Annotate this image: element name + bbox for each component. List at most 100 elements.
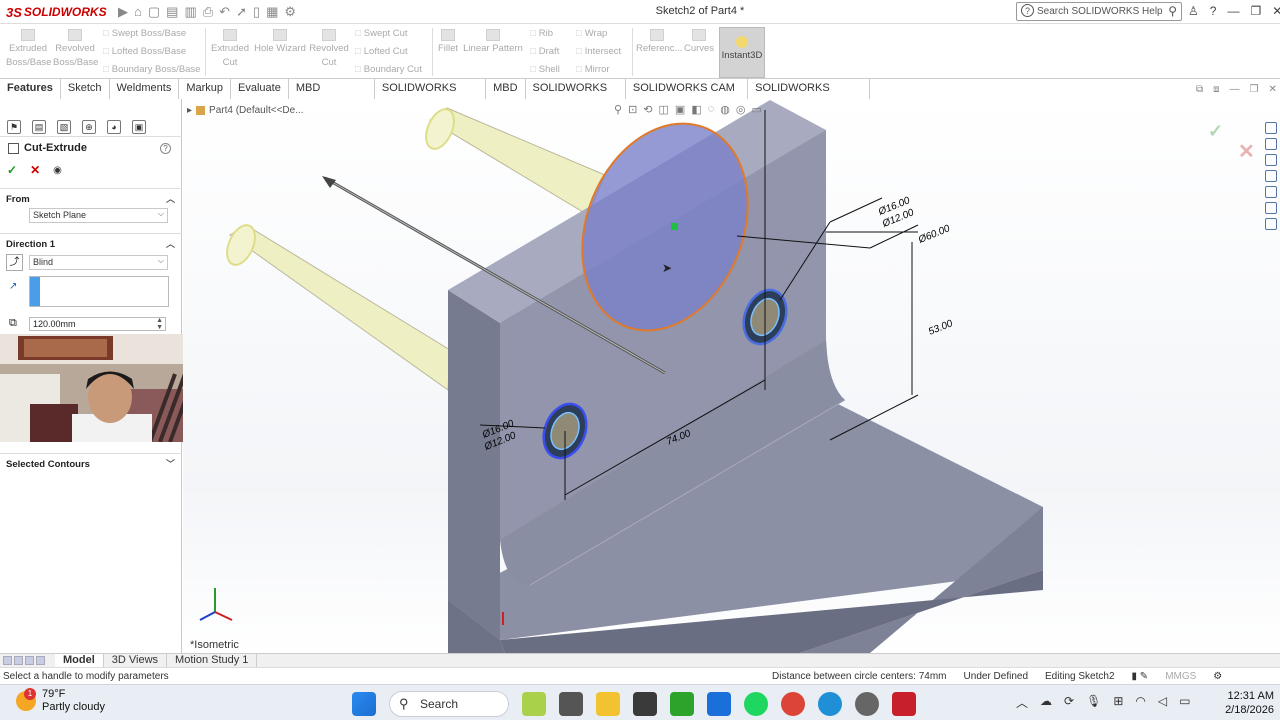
weather-widget[interactable]: 1 79°F Partly cloudy [16,688,105,714]
minimize-button[interactable]: — [1227,4,1239,18]
feature-tree-icon[interactable]: ⚑ [7,119,21,134]
viewport-tile-icon[interactable]: ⧈ [1213,84,1219,95]
save-icon[interactable]: ▥ [184,4,196,20]
boundary-boss-button[interactable]: Boundary Boss/Base [103,61,201,79]
direction-selection-box[interactable] [29,276,169,307]
wrap-button[interactable]: Wrap [576,25,608,43]
taskbar-clock[interactable]: 12:31 AM 2/18/2026 [1212,689,1274,717]
reverse-direction-icon[interactable]: ⤴ [6,254,23,271]
solidworks-logo[interactable]: 3S SOLIDWORKS [6,3,107,21]
volume-icon[interactable]: ◁ [1158,694,1167,711]
preview-eye-icon[interactable]: ◉ [53,165,62,176]
view-settings-icon[interactable]: ▭ [751,103,761,116]
display-manager-icon[interactable]: ◕ [107,119,121,134]
swept-boss-button[interactable]: Swept Boss/Base [103,25,186,43]
hole-wizard-button[interactable]: Hole Wizard [254,29,306,56]
tab-3d-views[interactable]: 3D Views [104,654,168,668]
performance-app-icon[interactable] [855,692,879,716]
tab-sketch[interactable]: Sketch [61,79,110,99]
edit-app-icon[interactable] [707,692,731,716]
reference-geometry-button[interactable]: Referenc... [636,29,682,56]
help-icon[interactable]: ? [1210,4,1217,18]
sync-icon[interactable]: ⟳ [1064,694,1074,711]
linear-pattern-button[interactable]: Linear Pattern [463,29,523,56]
viewport-close-icon[interactable]: ✕ [1268,84,1276,95]
custom-properties-icon[interactable] [1264,202,1277,214]
first-tab-icon[interactable] [3,656,12,665]
extruded-cut-button[interactable]: Extruded Cut [210,29,250,70]
unit-system[interactable]: MMGS [1165,671,1196,682]
confirm-corner-ok-icon[interactable]: ✓ [1208,121,1223,142]
taskbar-search[interactable]: ⚲ Search [389,691,509,717]
tab-solidworks-cam-tbm[interactable]: SOLIDWORKS CAM TBM [626,79,749,113]
next-tab-icon[interactable] [25,656,34,665]
microphone-icon[interactable]: 🎙︎ [1086,694,1101,711]
cam-icon[interactable]: ▣ [132,119,146,134]
solidworks-forum-icon[interactable] [1264,218,1277,230]
lofted-boss-button[interactable]: Lofted Boss/Base [103,43,186,61]
appearances-icon[interactable] [1264,186,1277,198]
print-icon[interactable]: ⎙ [203,4,213,20]
widget-app-icon[interactable] [522,692,546,716]
onedrive-icon[interactable]: ☁ [1040,694,1052,711]
last-tab-icon[interactable] [36,656,45,665]
appearance-icon[interactable]: ◍ [720,103,730,116]
file-explorer-icon[interactable] [1264,154,1277,166]
draft-button[interactable]: Draft [530,43,560,61]
show-hidden-icons-icon[interactable]: ︿ [1016,694,1028,711]
property-manager-icon[interactable]: ▤ [32,119,46,134]
close-button[interactable]: ✕ [1272,4,1280,18]
tab-solidworks-cam[interactable]: SOLIDWORKS CAM [526,79,626,113]
prev-tab-icon[interactable] [14,656,23,665]
recording-icon[interactable]: ⊞ [1113,694,1123,711]
tab-mbd-dimensions[interactable]: MBD Dimensions [289,79,375,113]
rebuild-icon[interactable]: ▯ [253,4,260,20]
ok-check-icon[interactable]: ✓ [7,163,17,177]
viewport-minimize-icon[interactable]: — [1230,84,1240,95]
task-view-icon[interactable] [559,692,583,716]
rebuild-status-icon[interactable]: ▮ ✎ [1132,671,1149,682]
tab-mbd[interactable]: MBD [486,79,526,99]
zoom-to-fit-icon[interactable]: ⚲ [614,103,622,116]
dim-height[interactable]: 53.00 [927,318,955,338]
revolved-cut-button[interactable]: Revolved Cut [309,29,349,70]
previous-view-icon[interactable]: ⟲ [643,103,652,116]
model-canvas[interactable]: Ø16.00 Ø12.00 Ø60.00 53.00 74.00 Ø16.00 … [183,99,1280,653]
user-icon[interactable]: ♙ [1188,4,1199,18]
confirm-corner-cancel-icon[interactable]: ✕ [1238,139,1255,164]
tab-weldments[interactable]: Weldments [110,79,180,99]
settings-app-icon[interactable] [633,692,657,716]
design-library-icon[interactable] [1264,138,1277,150]
viewport-restore-icon[interactable]: ❐ [1250,84,1259,95]
graphics-viewport[interactable]: Ø16.00 Ø12.00 Ø60.00 53.00 74.00 Ø16.00 … [183,99,1280,653]
depth-input[interactable]: 120.00mm ▲ ▼ [29,317,166,331]
options-gear-icon[interactable]: ⚙ [284,4,296,20]
edge-icon[interactable] [818,692,842,716]
view-orientation-icon[interactable]: ▣ [675,103,685,116]
view-palette-icon[interactable] [1264,170,1277,182]
xbox-icon[interactable] [670,692,694,716]
from-select[interactable]: Sketch Plane ⌵ [29,208,168,223]
mirror-button[interactable]: Mirror [576,61,610,79]
help-search-input[interactable]: ? Search SOLIDWORKS Help ⚲ [1016,2,1182,21]
solidworks-resources-icon[interactable] [1264,122,1277,134]
selected-contours-section-header[interactable]: Selected Contours ﹀ [0,453,182,473]
wifi-icon[interactable]: ◠ [1135,694,1145,711]
zoom-area-icon[interactable]: ⊡ [628,103,637,116]
tab-motion-study-1[interactable]: Motion Study 1 [167,654,258,668]
extruded-boss-button[interactable]: Extruded Boss/Base [6,29,51,70]
direction1-section-header[interactable]: Direction 1 ︿ [0,233,182,253]
intersect-button[interactable]: Intersect [576,43,621,61]
file-explorer-taskbar-icon[interactable] [596,692,620,716]
section-view-icon[interactable]: ◫ [659,103,669,116]
end-condition-select[interactable]: Blind ⌵ [29,255,168,270]
dim-large[interactable]: Ø60.00 [916,223,952,246]
display-style-icon[interactable]: ◧ [691,103,701,116]
fillet-button[interactable]: Fillet [436,29,460,56]
menu-arrow-icon[interactable]: ▶ [118,4,128,20]
swept-cut-button[interactable]: Swept Cut [355,25,408,43]
restore-button[interactable]: ❐ [1250,4,1261,18]
customize-icon[interactable]: ⚙ [1213,671,1222,682]
tab-solidworks-inspection[interactable]: SOLIDWORKS Inspection [748,79,870,113]
open-icon[interactable]: ▤ [166,4,178,20]
